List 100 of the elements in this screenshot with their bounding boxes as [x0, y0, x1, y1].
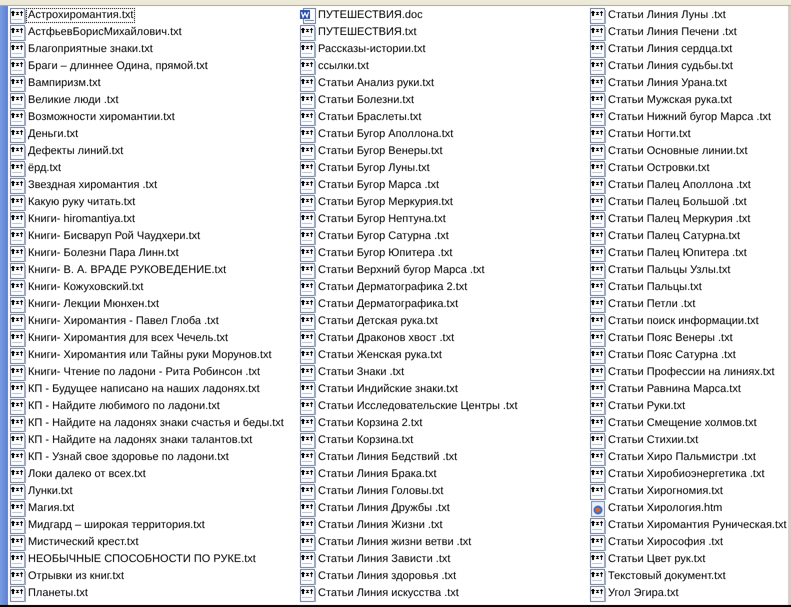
- file-name[interactable]: Статьи Линия искусства .txt: [317, 587, 460, 600]
- file-name[interactable]: Статьи Петли .txt: [607, 298, 696, 311]
- file-name[interactable]: Статьи Равнина Марса.txt: [607, 383, 742, 396]
- file-name[interactable]: Статьи Линия Луны .txt: [607, 9, 727, 22]
- file-name[interactable]: Статьи Хиромантия Руническая.txt: [607, 519, 788, 532]
- file-name[interactable]: Локи далеко от всех.txt: [27, 468, 147, 481]
- file-name[interactable]: Мидгард – широкая территория.txt: [27, 519, 206, 532]
- file-name[interactable]: Статьи Смещение холмов.txt: [607, 417, 758, 430]
- file-name[interactable]: Статьи Хирогномия.txt: [607, 485, 724, 498]
- file-name[interactable]: Статьи Линия здоровья .txt: [317, 570, 458, 583]
- file-name[interactable]: Статьи Линия сердца.txt: [607, 43, 734, 56]
- file-name[interactable]: Статьи Стихии.txt: [607, 434, 700, 447]
- file-name[interactable]: Статьи Линия жизни ветви .txt: [317, 536, 472, 549]
- file-name[interactable]: Статьи Хиробиоэнергетика .txt: [607, 468, 766, 481]
- file-name[interactable]: Статьи Исследовательские Центры .txt: [317, 400, 519, 413]
- file-name[interactable]: Статьи Бугор Меркурия.txt: [317, 196, 454, 209]
- file-name[interactable]: Статьи Линия Дружбы .txt: [317, 502, 451, 515]
- file-name[interactable]: Статьи Верхний бугор Марса .txt: [317, 264, 486, 277]
- file-name[interactable]: Звездная хиромантия .txt: [27, 179, 158, 192]
- file-name[interactable]: Возможности хиромантии.txt: [27, 111, 176, 124]
- file-name[interactable]: НЕОБЫЧНЫЕ СПОСОБНОСТИ ПО РУКЕ.txt: [27, 553, 257, 566]
- file-name[interactable]: Текстовый документ.txt: [607, 570, 727, 583]
- file-name[interactable]: КП - Найдите на ладонях знаки счастья и беды.txt: [27, 417, 285, 430]
- file-name[interactable]: Статьи поиск информации.txt: [607, 315, 760, 328]
- file-name[interactable]: Дефекты линий.txt: [27, 145, 124, 158]
- file-name[interactable]: Статьи Хирология.htm: [607, 502, 724, 515]
- file-name[interactable]: Статьи Островки.txt: [607, 162, 711, 175]
- file-name[interactable]: Статьи Корзина.txt: [317, 434, 414, 447]
- file-name[interactable]: Статьи Пальцы.txt: [607, 281, 703, 294]
- file-name[interactable]: Статьи Палец Аполлона .txt: [607, 179, 752, 192]
- file-name[interactable]: Угол Эгира.txt: [607, 587, 680, 600]
- file-name[interactable]: Книги- Хиромантия для всех Чечель.txt: [27, 332, 230, 345]
- file-name[interactable]: Статьи Хиро Пальмистри .txt: [607, 451, 757, 464]
- file-name[interactable]: Статьи Бугор Аполлона.txt: [317, 128, 454, 141]
- file-name[interactable]: Статьи Палец Юпитера .txt: [607, 247, 748, 260]
- file-name[interactable]: Статьи Линия Брака.txt: [317, 468, 438, 481]
- file-name[interactable]: Лунки.txt: [27, 485, 74, 498]
- file-name[interactable]: Статьи Линия Печени .txt: [607, 26, 738, 39]
- file-name[interactable]: Статьи Корзина 2.txt: [317, 417, 424, 430]
- file-name[interactable]: Книги- Лекции Мюнхен.txt: [27, 298, 160, 311]
- file-name[interactable]: Какую руку читать.txt: [27, 196, 136, 209]
- file-name[interactable]: Статьи Болезни.txt: [317, 94, 416, 107]
- file-name[interactable]: Статьи Основные линии.txt: [607, 145, 749, 158]
- file-name[interactable]: Статьи Дерматографика.txt: [317, 298, 460, 311]
- file-name[interactable]: Статьи Женская рука.txt: [317, 349, 443, 362]
- file-name[interactable]: Статьи Хирософия .txt: [607, 536, 724, 549]
- file-name[interactable]: ёрд.txt: [27, 162, 62, 175]
- file-name[interactable]: Статьи Палец Сатурна.txt: [607, 230, 742, 243]
- file-name[interactable]: Статьи Знаки .txt: [317, 366, 406, 379]
- file-name[interactable]: Статьи Ногти.txt: [607, 128, 692, 141]
- file-name[interactable]: КП - Найдите на ладонях знаки талантов.txt: [27, 434, 254, 447]
- file-name[interactable]: Книги- Хиромантия или Тайны руки Морунов.txt: [27, 349, 273, 362]
- file-name[interactable]: Браги – длиннее Одина, прямой.txt: [27, 60, 209, 73]
- file-name[interactable]: ссылки.txt: [317, 60, 370, 73]
- file-name[interactable]: ПУТЕШЕСТВИЯ.doc: [317, 9, 424, 22]
- file-name[interactable]: Отрывки из книг.txt: [27, 570, 126, 583]
- file-name[interactable]: Статьи Индийские знаки.txt: [317, 383, 459, 396]
- file-name[interactable]: Статьи Линия Урана.txt: [607, 77, 728, 90]
- file-name[interactable]: Статьи Линия Бедствий .txt: [317, 451, 458, 464]
- file-name[interactable]: Книги- Хиромантия - Павел Глоба .txt: [27, 315, 220, 328]
- file-name[interactable]: Книги- Болезни Пара Линн.txt: [27, 247, 180, 260]
- file-name[interactable]: Книги- Кожуховский.txt: [27, 281, 144, 294]
- file-name[interactable]: Статьи Дерматографика 2.txt: [317, 281, 468, 294]
- file-name[interactable]: Планеты.txt: [27, 587, 89, 600]
- file-name[interactable]: Статьи Браслеты.txt: [317, 111, 422, 124]
- file-name[interactable]: АстфьевБорисМихайлович.txt: [27, 26, 183, 39]
- file-name[interactable]: Статьи Профессии на линиях.txt: [607, 366, 776, 379]
- file-name[interactable]: Вампиризм.txt: [27, 77, 102, 90]
- file-name[interactable]: Книги- В. А. ВРАДЕ РУКОВЕДЕНИЕ.txt: [27, 264, 228, 277]
- file-name[interactable]: Статьи Пояс Сатурна .txt: [607, 349, 737, 362]
- file-name[interactable]: Статьи Пояс Венеры .txt: [607, 332, 734, 345]
- file-name[interactable]: Книги- hiromantiya.txt: [27, 213, 136, 226]
- file-name[interactable]: Статьи Линия Зависти .txt: [317, 553, 452, 566]
- file-name[interactable]: Статьи Линия Головы.txt: [317, 485, 444, 498]
- file-name[interactable]: Статьи Палец Большой .txt: [607, 196, 748, 209]
- file-name[interactable]: Книги- Чтение по ладони - Рита Робинсон .txt: [27, 366, 262, 379]
- file-name[interactable]: КП - Найдите любимого по ладони.txt: [27, 400, 221, 413]
- file-name[interactable]: Статьи Нижний бугор Марса .txt: [607, 111, 772, 124]
- file-name[interactable]: Астрохиромантия.txt: [27, 9, 134, 22]
- file-name[interactable]: Благоприятные знаки.txt: [27, 43, 154, 56]
- file-name[interactable]: Магия.txt: [27, 502, 76, 515]
- file-name[interactable]: Статьи Пальцы Узлы.txt: [607, 264, 732, 277]
- file-name[interactable]: Статьи Бугор Венеры.txt: [317, 145, 444, 158]
- file-name[interactable]: ПУТЕШЕСТВИЯ.txt: [317, 26, 418, 39]
- file-name[interactable]: Статьи Линия Жизни .txt: [317, 519, 444, 532]
- file-name[interactable]: КП - Узнай свое здоровье по ладони.txt: [27, 451, 230, 464]
- file-name[interactable]: Великие люди .txt: [27, 94, 120, 107]
- file-name[interactable]: Статьи Бугор Нептуна.txt: [317, 213, 447, 226]
- file-name[interactable]: Статьи Цвет рук.txt: [607, 553, 706, 566]
- file-name[interactable]: КП - Будущее написано на наших ладонях.txt: [27, 383, 261, 396]
- file-name[interactable]: Рассказы-истории.txt: [317, 43, 427, 56]
- file-name[interactable]: Мистический крест.txt: [27, 536, 140, 549]
- file-name[interactable]: Статьи Бугор Луны.txt: [317, 162, 431, 175]
- file-name[interactable]: Книги- Бисваруп Рой Чаудхери.txt: [27, 230, 202, 243]
- file-name[interactable]: Статьи Руки.txt: [607, 400, 686, 413]
- file-name[interactable]: Статьи Детская рука.txt: [317, 315, 439, 328]
- file-name[interactable]: Статьи Бугор Марса .txt: [317, 179, 440, 192]
- file-name[interactable]: Статьи Палец Меркурия .txt: [607, 213, 752, 226]
- file-name[interactable]: Статьи Бугор Юпитера .txt: [317, 247, 454, 260]
- file-name[interactable]: Деньги.txt: [27, 128, 80, 141]
